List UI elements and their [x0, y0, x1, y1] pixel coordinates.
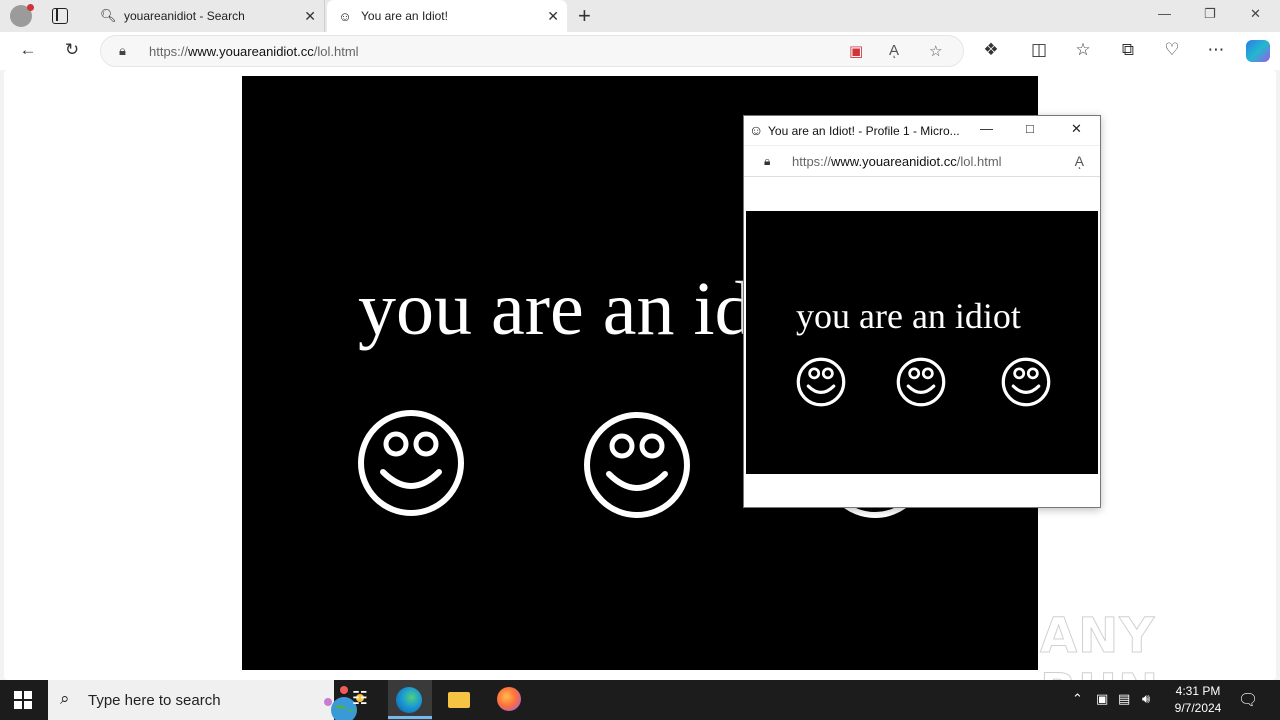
popup-title: You are an Idiot! - Profile 1 - Micro...: [768, 123, 960, 138]
minimize-icon[interactable]: —: [1158, 6, 1171, 21]
device-icon[interactable]: ▣: [1096, 691, 1108, 707]
favorite-star-icon[interactable]: ☆: [929, 42, 942, 60]
close-tab-icon[interactable]: ✕: [547, 8, 559, 25]
lock-icon[interactable]: 🔒︎: [119, 43, 126, 59]
popup-page-content: you are an idiot: [746, 211, 1098, 474]
smiley-icon: [358, 410, 464, 516]
popup-minimize-icon[interactable]: —: [980, 121, 993, 136]
volume-icon[interactable]: 🔊︎: [1142, 691, 1150, 707]
restore-icon[interactable]: ❐: [1204, 6, 1216, 22]
tab-search[interactable]: 🔍︎ youareanidiot - Search ✕: [88, 0, 325, 32]
network-icon[interactable]: ▤: [1118, 691, 1130, 707]
new-tab-button[interactable]: +: [578, 3, 591, 29]
popup-titlebar: ☺ You are an Idiot! - Profile 1 - Micro.…: [744, 116, 1100, 146]
close-window-icon[interactable]: ✕: [1250, 6, 1261, 22]
windows-start-icon[interactable]: [14, 691, 32, 709]
search-icon: ⌕: [60, 689, 70, 708]
smiley-icon: ☺: [749, 122, 764, 138]
extensions-icon[interactable]: ❖: [979, 40, 1003, 60]
popup-address-bar[interactable]: 🔒︎ https://www.youareanidiot.cc/lol.html…: [744, 147, 1100, 177]
active-app-indicator: [388, 716, 432, 719]
more-menu-icon[interactable]: ⋯: [1204, 40, 1228, 60]
url-path: /lol.html: [313, 43, 359, 59]
edge-icon[interactable]: [396, 687, 422, 713]
search-icon: 🔍︎: [100, 8, 117, 23]
taskbar: ⌕ Type here to search ☷ ⌃ ▣ ▤ 🔊︎ 4:31 PM…: [0, 680, 1280, 720]
tab-bar: 🔍︎ youareanidiot - Search ✕ ☺ You are an…: [0, 0, 1280, 32]
lock-icon[interactable]: 🔒︎: [764, 154, 770, 169]
browser-essentials-icon[interactable]: ♡: [1160, 40, 1184, 60]
refresh-icon[interactable]: ↻: [60, 40, 84, 60]
task-view-icon[interactable]: ☷: [346, 688, 374, 709]
collections-icon[interactable]: ⧉: [1116, 40, 1140, 60]
file-explorer-icon[interactable]: [448, 692, 470, 708]
profile-notification-dot: [27, 4, 34, 11]
url-host: www.youareanidiot.cc: [188, 43, 314, 59]
back-icon[interactable]: ←: [16, 40, 40, 60]
popup-window: ☺ You are an Idiot! - Profile 1 - Micro.…: [743, 115, 1101, 508]
copilot-icon[interactable]: [1246, 40, 1270, 62]
popup-close-icon[interactable]: ✕: [1071, 121, 1082, 137]
show-hidden-icons-icon[interactable]: ⌃: [1072, 691, 1083, 707]
clock[interactable]: 4:31 PM 9/7/2024: [1166, 683, 1230, 717]
clock-date: 9/7/2024: [1174, 701, 1222, 715]
taskbar-search-box[interactable]: ⌕ Type here to search: [48, 680, 364, 720]
smiley-icon: ☺: [338, 8, 352, 24]
popup-maximize-icon[interactable]: □: [1026, 121, 1034, 136]
search-placeholder: Type here to search: [88, 691, 221, 709]
close-tab-icon[interactable]: ✕: [304, 8, 316, 25]
tab-actions-icon[interactable]: [52, 8, 68, 24]
split-screen-icon[interactable]: ◫: [1027, 40, 1051, 60]
url-prefix: https://: [792, 154, 832, 169]
smiley-icon: [584, 412, 690, 518]
read-aloud-icon[interactable]: Aͅ: [889, 42, 899, 59]
clock-time: 4:31 PM: [1175, 684, 1221, 698]
url-host: www.youareanidiot.cc: [831, 154, 957, 169]
url-path: /lol.html: [956, 154, 1002, 169]
url-prefix: https://: [149, 43, 189, 59]
popup-heading: you are an idiot: [796, 296, 1021, 336]
firefox-icon[interactable]: [497, 687, 521, 711]
tab-idiot[interactable]: ☺ You are an Idiot! ✕: [327, 0, 567, 32]
smiley-icon: [1001, 357, 1051, 407]
favorites-icon[interactable]: ☆: [1071, 40, 1095, 60]
tab-title: You are an Idiot!: [361, 9, 448, 23]
toolbar: ← ↻ 🔒︎ https://www.youareanidiot.cc/lol.…: [0, 32, 1280, 70]
smiley-icon: [796, 357, 846, 407]
blocked-popup-icon[interactable]: ▣: [849, 42, 863, 60]
read-aloud-icon[interactable]: Aͅ: [1075, 153, 1084, 169]
notifications-icon[interactable]: 🗨︎: [1238, 690, 1258, 710]
tab-title: youareanidiot - Search: [124, 9, 245, 23]
address-bar[interactable]: 🔒︎ https://www.youareanidiot.cc/lol.html…: [100, 35, 964, 67]
smiley-icon: [896, 357, 946, 407]
